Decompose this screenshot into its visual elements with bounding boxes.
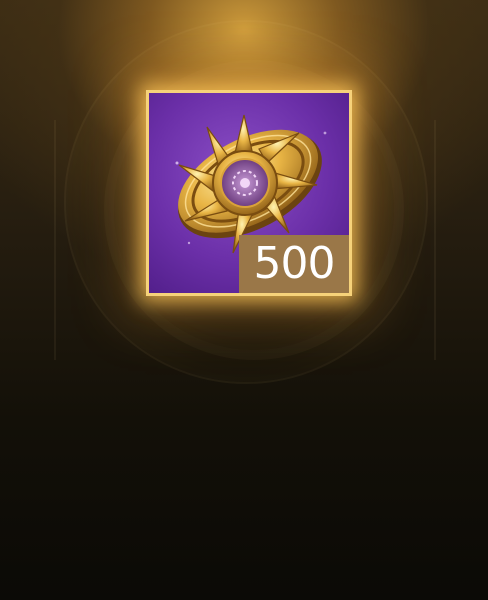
reward-item-tile[interactable]: 500	[146, 90, 352, 296]
ornament-line-left	[54, 120, 56, 360]
quantity-badge: 500	[239, 235, 349, 293]
ornament-line-right	[434, 120, 436, 360]
reward-screen: 500	[0, 0, 488, 600]
